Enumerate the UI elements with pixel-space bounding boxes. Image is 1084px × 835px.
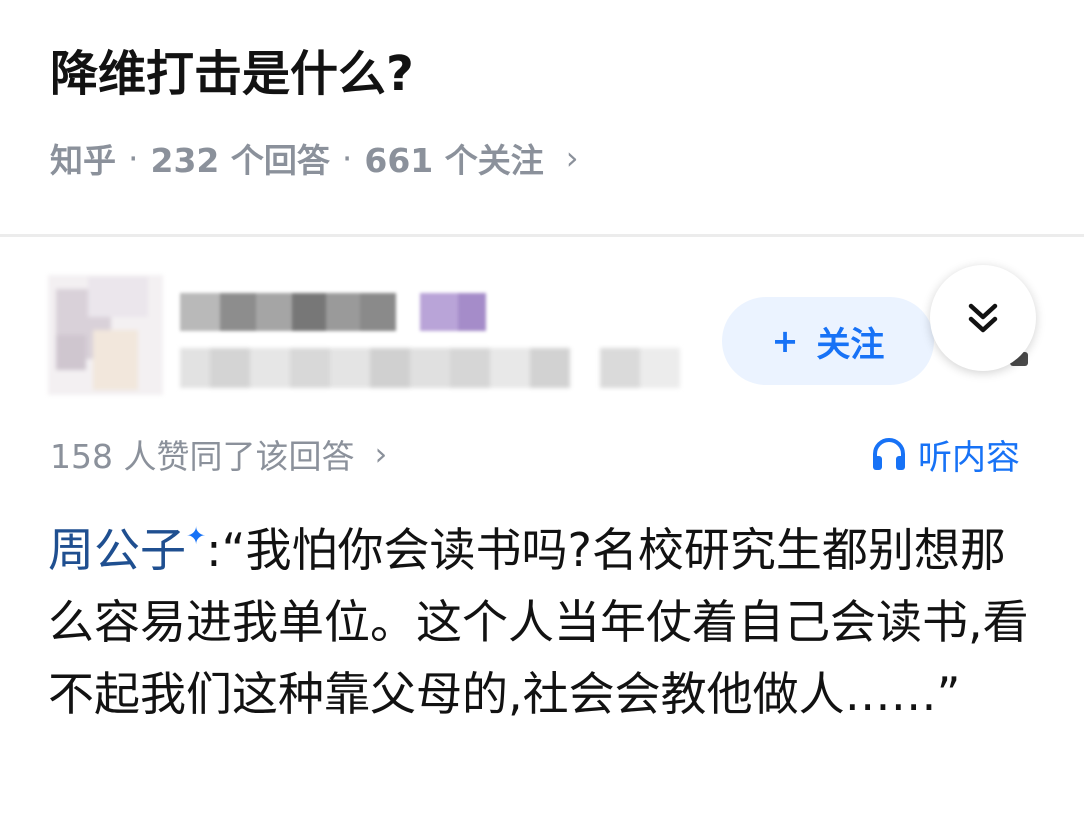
plus-icon: + [771,322,799,360]
answers-count: 232 个回答 [150,141,330,180]
avatar[interactable] [48,275,163,395]
separator-dot: · [128,138,139,178]
double-chevron-down-icon [968,303,998,333]
answer-quote: “我怕你会读书吗?名校研究生都别想那么容易进我单位。这个人当年仗着自己会读书,看… [48,523,1029,721]
separator-dot: · [341,138,353,178]
followers-count: 661 个关注 [364,141,544,180]
listen-label: 听内容 [918,437,1020,478]
quoted-author-link[interactable]: 周公子 [48,523,186,577]
badge-icon: ✦ [186,522,207,550]
follow-label: 关注 [816,324,885,365]
question-meta[interactable]: 知乎 · 232 个回答 · 661 个关注 › [50,130,579,186]
follow-button[interactable]: + 关注 [722,297,934,385]
answer-body[interactable]: 周公子✦:“我怕你会读书吗?名校研究生都别想那么容易进我单位。这个人当年仗着自己… [48,500,1038,730]
headphones-icon [873,438,905,470]
collapse-button[interactable] [930,265,1036,371]
upvote-text: 158 人赞同了该回答 [50,437,355,476]
author-name[interactable] [180,293,486,331]
upvote-summary[interactable]: 158 人赞同了该回答 › [50,428,387,480]
chevron-right-icon: › [374,435,388,473]
source-label: 知乎 [50,141,116,180]
colon: : [206,523,222,577]
listen-button[interactable]: 听内容 [870,428,1020,480]
author-bio [180,348,680,388]
divider [0,234,1084,237]
question-title[interactable]: 降维打击是什么? [50,38,414,110]
chevron-right-icon: › [565,139,579,177]
